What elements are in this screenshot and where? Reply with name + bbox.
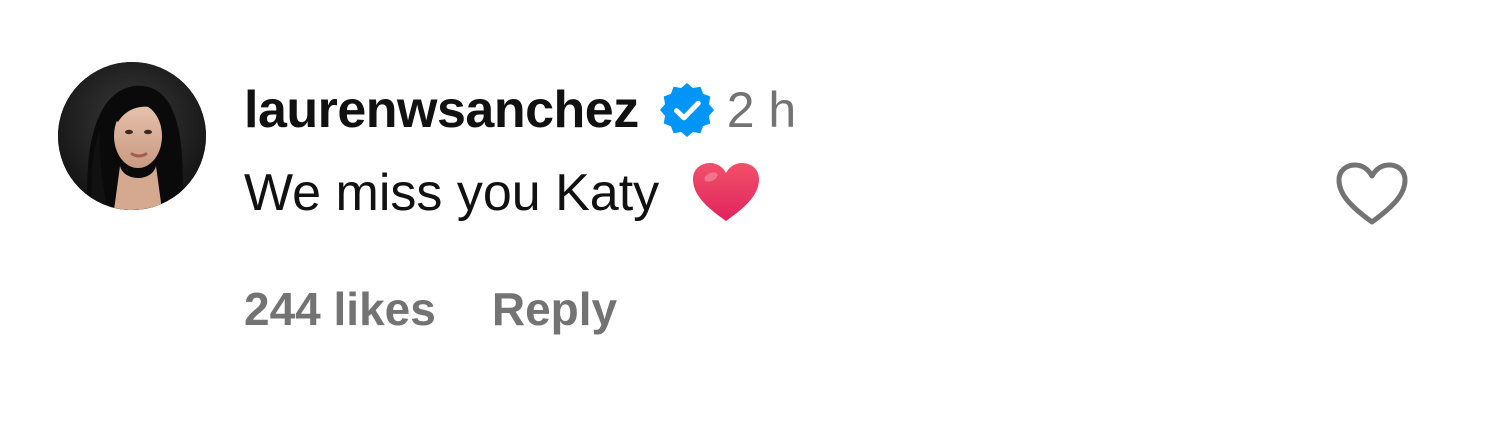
comment: laurenwsanchez 2 h We miss you Katy 244 … <box>0 0 1500 424</box>
likes-count[interactable]: 244 likes <box>244 282 436 336</box>
comment-footer: 244 likes Reply <box>244 278 617 340</box>
comment-timestamp: 2 h <box>726 82 797 138</box>
heart-outline-icon[interactable] <box>1334 160 1410 228</box>
username[interactable]: laurenwsanchez <box>244 80 639 140</box>
comment-text: We miss you Katy <box>244 164 660 222</box>
red-heart-emoji-icon <box>693 163 760 223</box>
comment-text-row: We miss you Katy <box>244 158 760 228</box>
avatar[interactable] <box>58 62 206 210</box>
verified-badge-icon <box>659 82 715 138</box>
reply-button[interactable]: Reply <box>492 282 617 336</box>
avatar-image <box>58 62 206 210</box>
comment-header: laurenwsanchez 2 h <box>244 80 796 140</box>
